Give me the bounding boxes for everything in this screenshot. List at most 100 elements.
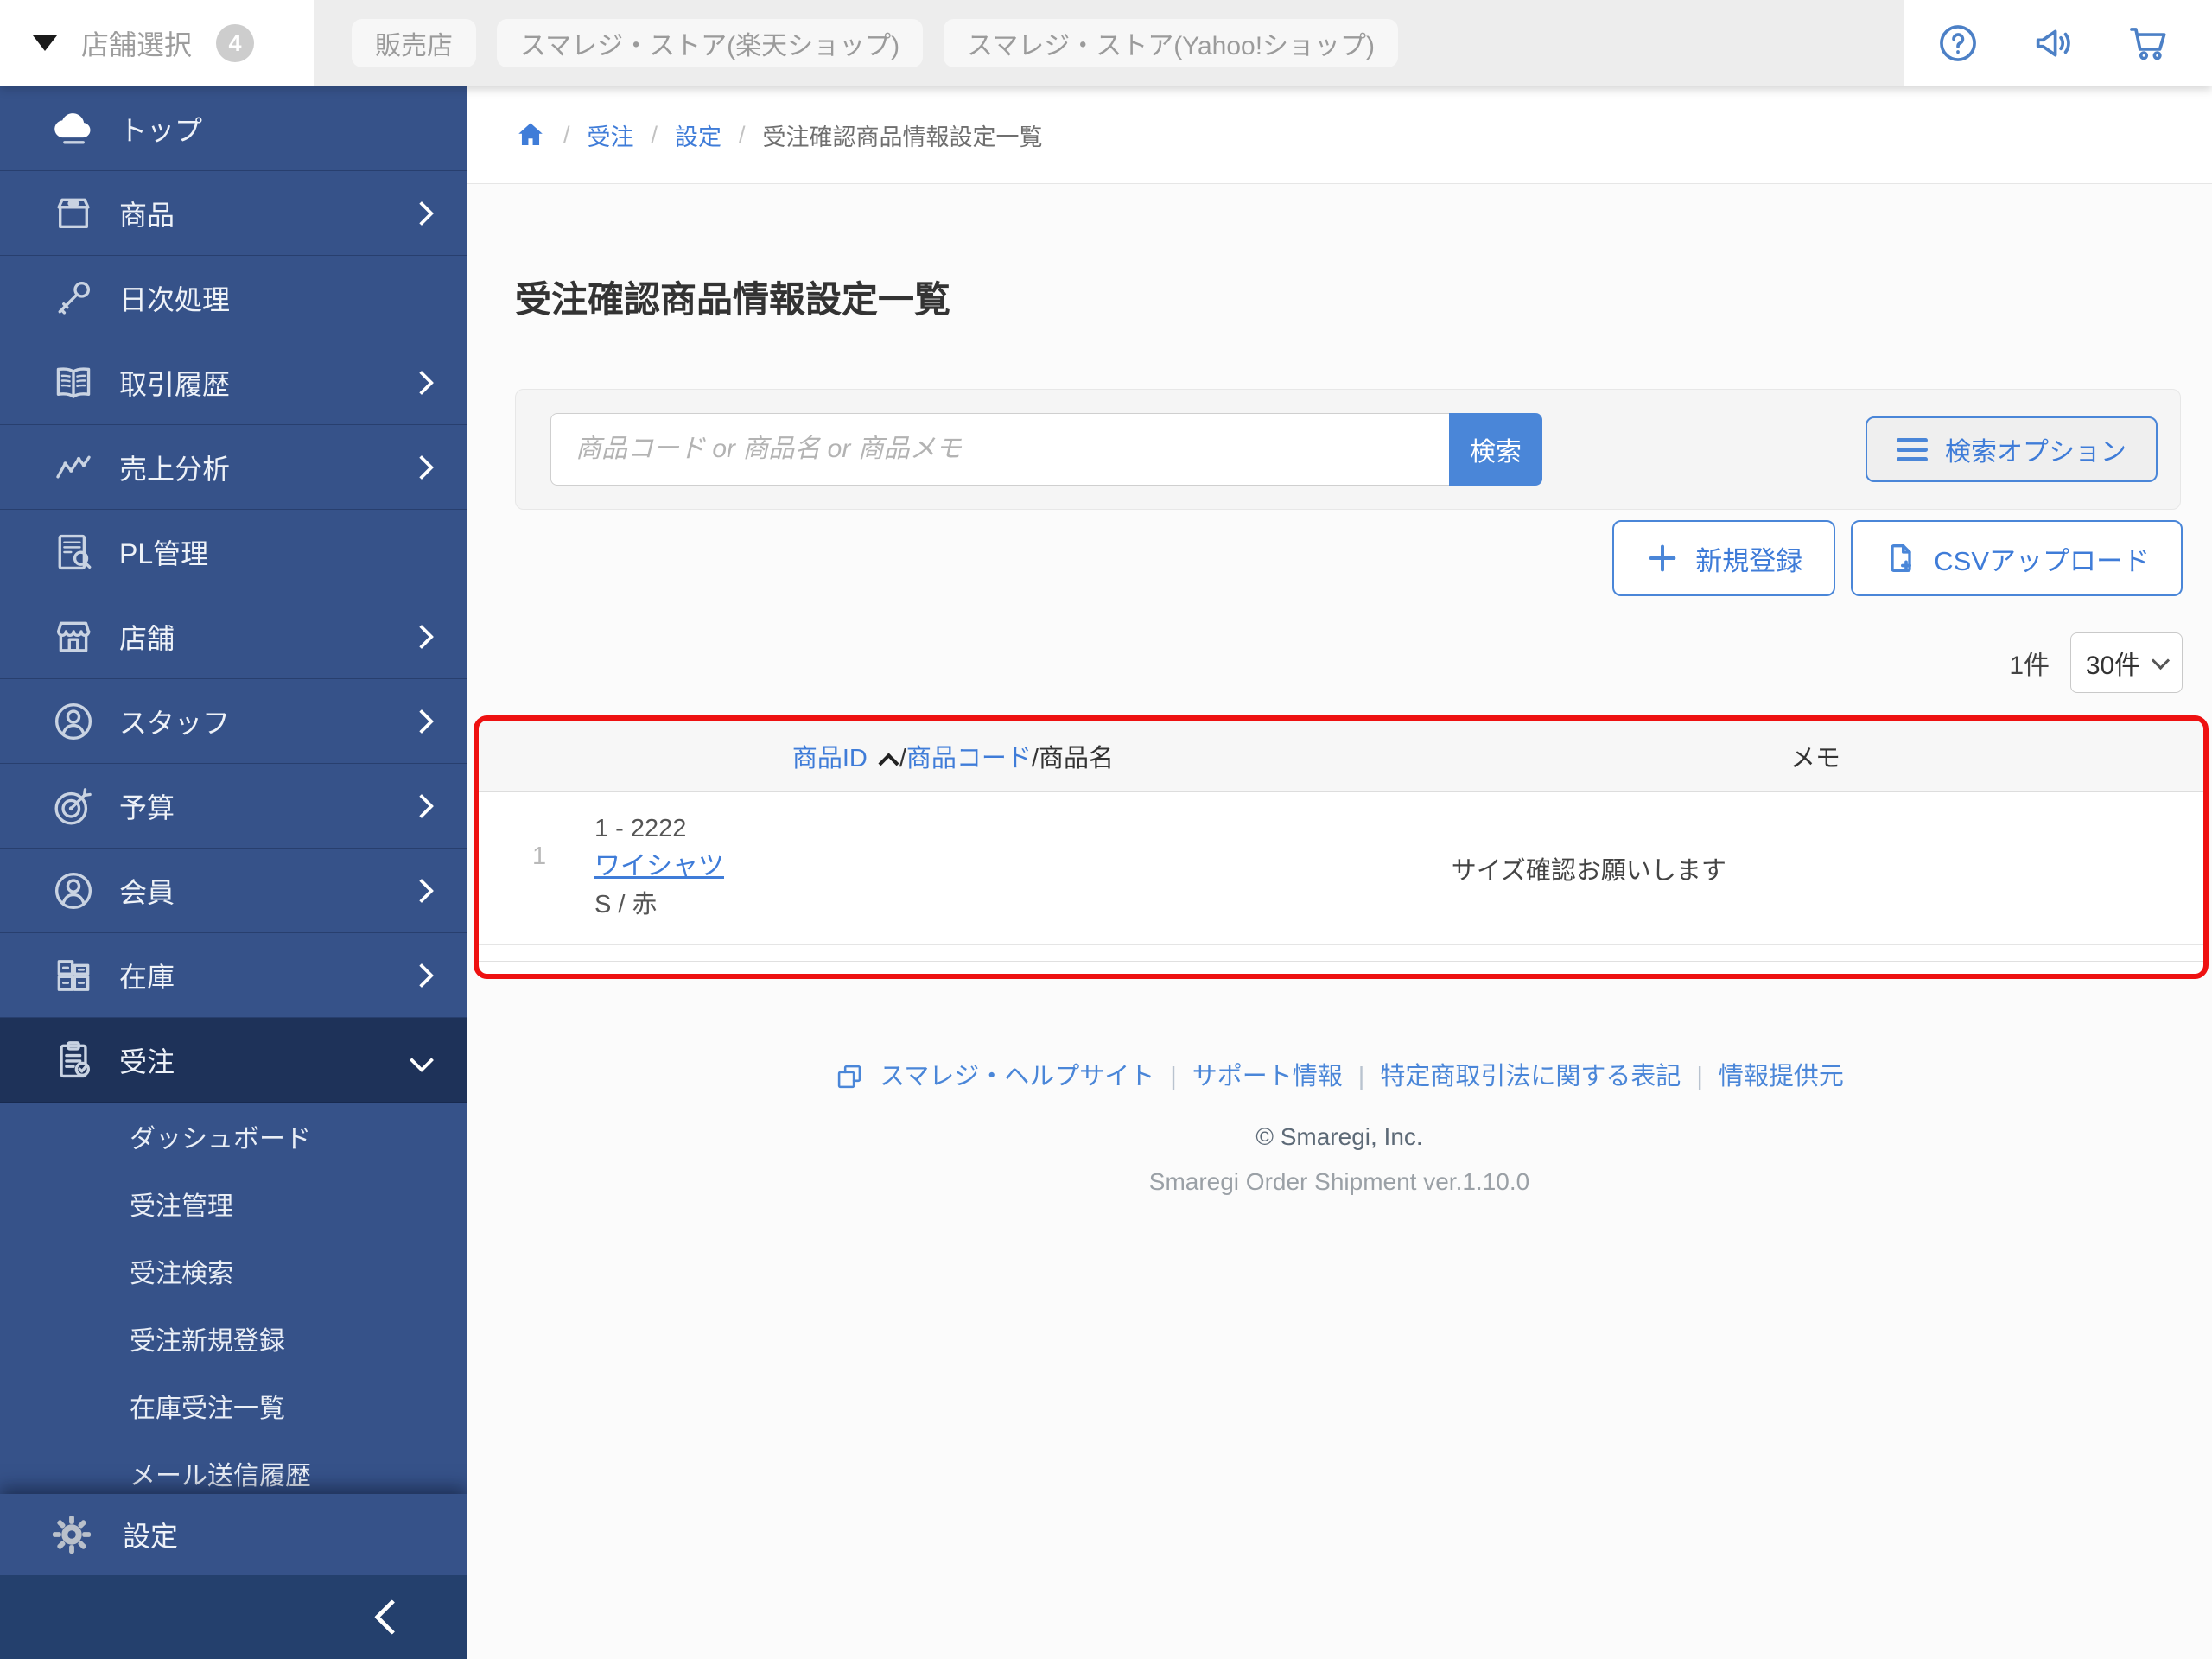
sort-link-product-id[interactable]: 商品ID (792, 745, 868, 772)
breadcrumb-separator: / (739, 121, 746, 148)
footer-links: スマレジ・ヘルプサイト | サポート情報 | 特定商取引法に関する表記 | 情報… (835, 1061, 1844, 1092)
sidebar-item-label: 日次処理 (119, 283, 231, 315)
breadcrumb-current: 受注確認商品情報設定一覧 (762, 124, 1043, 150)
csv-upload-label: CSVアップロード (1934, 545, 2150, 576)
footer-link-help-site[interactable]: スマレジ・ヘルプサイト (880, 1061, 1154, 1092)
chevron-left-icon (373, 1599, 410, 1636)
search-input[interactable] (550, 413, 1449, 486)
main-content: / 受注 / 設定 / 受注確認商品情報設定一覧 受注確認商品情報設定一覧 検索… (467, 86, 2212, 1659)
footer-link-commerce-law[interactable]: 特定商取引法に関する表記 (1380, 1061, 1681, 1092)
sidebar-subitem-order-new[interactable]: 受注新規登録 (0, 1305, 467, 1372)
external-link-icon (837, 1065, 861, 1089)
sidebar-item-daily-process[interactable]: 日次処理 (0, 256, 467, 340)
chevron-down-icon (2152, 651, 2171, 670)
footer-link-info-provider[interactable]: 情報提供元 (1719, 1061, 1844, 1092)
memo-cell: サイズ確認お願いします (1451, 857, 1726, 885)
top-bar: 店舗選択 4 販売店 スマレジ・ストア(楽天ショップ) スマレジ・ストア(Yah… (0, 0, 2212, 86)
sidebar-item-sales-analysis[interactable]: 売上分析 (0, 425, 467, 510)
sidebar-item-top[interactable]: トップ (0, 86, 467, 171)
header-slash: / (899, 745, 906, 772)
megaphone-icon[interactable] (2031, 21, 2075, 66)
sidebar-subitem-order-search[interactable]: 受注検索 (0, 1237, 467, 1305)
sidebar-item-staff[interactable]: スタッフ (0, 679, 467, 764)
annotation-highlight-box: 商品ID /商品コード/商品名 メモ 1 1 - 2222 ワイシャツ S / 赤… (474, 715, 2209, 979)
chevron-right-icon (409, 200, 435, 226)
sidebar-item-label: 受注 (119, 1046, 175, 1077)
chart-icon (56, 455, 91, 478)
sidebar-item-pl-management[interactable]: PL管理 (0, 510, 467, 594)
chevron-right-icon (409, 793, 435, 818)
sidebar-item-inventory[interactable]: 在庫 (0, 933, 467, 1018)
search-options-button[interactable]: 検索オプション (1866, 416, 2158, 482)
sidebar-item-members[interactable]: 会員 (0, 849, 467, 933)
sidebar-item-settings[interactable]: 設定 (0, 1494, 467, 1575)
sidebar-item-label: スタッフ (119, 707, 231, 739)
product-cell: 1 - 2222 ワイシャツ S / 赤 (479, 792, 1427, 944)
sidebar-item-label: PL管理 (119, 537, 209, 569)
sidebar-item-stores[interactable]: 店舗 (0, 594, 467, 679)
sidebar-collapse-button[interactable] (0, 1575, 467, 1659)
breadcrumb: / 受注 / 設定 / 受注確認商品情報設定一覧 (467, 86, 2212, 184)
sidebar-item-label: 在庫 (119, 961, 175, 993)
sales-store-label-chip: 販売店 (352, 19, 476, 67)
sidebar-item-orders[interactable]: 受注 (0, 1018, 467, 1103)
store-count-badge: 4 (216, 24, 255, 62)
store-selector-label: 店舗選択 (81, 29, 193, 60)
table-header-product: 商品ID /商品コード/商品名 (479, 738, 1427, 774)
row-number: 1 (532, 842, 547, 870)
sidebar-item-label: 店舗 (119, 622, 175, 654)
member-icon (54, 872, 92, 909)
cart-icon[interactable] (2126, 21, 2171, 66)
caret-down-icon (33, 35, 57, 51)
version-text: Smaregi Order Shipment ver.1.10.0 (1148, 1168, 1530, 1195)
target-icon (54, 787, 92, 824)
breadcrumb-link-settings[interactable]: 設定 (675, 118, 721, 152)
new-registration-button[interactable]: 新規登録 (1612, 520, 1836, 596)
footer-link-support[interactable]: サポート情報 (1192, 1061, 1343, 1092)
page-size-value: 30件 (2085, 652, 2141, 680)
search-button[interactable]: 検索 (1449, 413, 1542, 486)
csv-file-icon (1891, 544, 1912, 572)
chevron-down-icon (409, 1047, 435, 1072)
page-size-select[interactable]: 30件 (2070, 632, 2183, 693)
header-product-name: /商品名 (1031, 745, 1114, 772)
product-id-code: 1 - 2222 (594, 815, 687, 842)
home-icon[interactable] (515, 119, 546, 150)
search-options-label: 検索オプション (1945, 438, 2126, 467)
sidebar-item-label: 予算 (119, 791, 175, 823)
breadcrumb-separator: / (563, 121, 570, 148)
table-bottom-padding (479, 962, 2203, 974)
store-selector[interactable]: 店舗選択 4 (0, 0, 314, 86)
sidebar-item-label: 売上分析 (119, 453, 231, 485)
copyright-text: © Smaregi, Inc. (1255, 1123, 1423, 1150)
sidebar-subitem-dashboard[interactable]: ダッシュボード (0, 1103, 467, 1170)
chevron-right-icon (409, 624, 435, 649)
sort-link-product-code[interactable]: 商品コード (906, 745, 1032, 772)
sidebar-item-products[interactable]: 商品 (0, 171, 467, 256)
sort-asc-icon (878, 753, 899, 774)
product-name-link[interactable]: ワイシャツ (594, 852, 724, 880)
list-meta-row: 1件 30件 (2009, 632, 2183, 693)
store-chips-bar: 販売店 スマレジ・ストア(楽天ショップ) スマレジ・ストア(Yahoo!ショップ… (314, 0, 1904, 86)
help-icon[interactable] (1936, 21, 1980, 66)
chevron-right-icon (409, 454, 435, 480)
table-row: 1 1 - 2222 ワイシャツ S / 赤 サイズ確認お願いします (479, 792, 2203, 945)
csv-upload-button[interactable]: CSVアップロード (1851, 520, 2183, 596)
sidebar-item-budget[interactable]: 予算 (0, 764, 467, 849)
breadcrumb-link-orders[interactable]: 受注 (588, 118, 634, 152)
settings-label: 設定 (123, 1521, 179, 1552)
sidebar-item-transactions[interactable]: 取引履歴 (0, 340, 467, 425)
sidebar-subitem-stock-order-list[interactable]: 在庫受注一覧 (0, 1372, 467, 1440)
book-icon (56, 366, 91, 398)
footer-separator: | (1696, 1063, 1703, 1090)
search-panel: 検索 検索オプション (515, 389, 2181, 510)
sidebar-subitem-order-management[interactable]: 受注管理 (0, 1170, 467, 1237)
actions-row: 新規登録 CSVアップロード (1612, 520, 2183, 596)
footer-separator: | (1170, 1063, 1177, 1090)
store-chip-yahoo[interactable]: スマレジ・ストア(Yahoo!ショップ) (944, 19, 1399, 67)
search-group: 検索 (550, 413, 1542, 486)
store-chip-rakuten[interactable]: スマレジ・ストア(楽天ショップ) (497, 19, 924, 67)
chevron-right-icon (409, 709, 435, 734)
breadcrumb-separator: / (651, 121, 658, 148)
page-footer: スマレジ・ヘルプサイト | サポート情報 | 特定商取引法に関する表記 | 情報… (467, 1061, 2212, 1196)
